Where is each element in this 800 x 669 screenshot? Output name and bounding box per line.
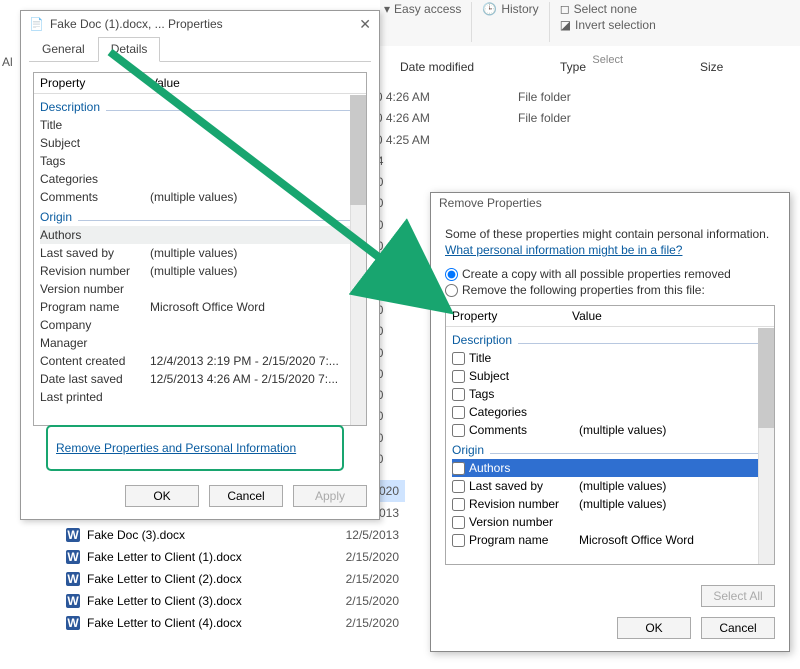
check-comments[interactable]: Comments(multiple values)	[452, 421, 768, 439]
file-row[interactable]: WFake Doc (3).docx12/5/2013	[65, 524, 405, 546]
check-subject[interactable]: Subject	[452, 367, 768, 385]
row-categories[interactable]: Categories	[40, 170, 360, 188]
section-origin: Origin	[452, 443, 768, 457]
file-icon: 📄	[29, 17, 44, 31]
row-created[interactable]: Content created12/4/2013 2:19 PM - 2/15/…	[40, 352, 360, 370]
svg-text:W: W	[67, 528, 79, 542]
check-authors[interactable]: Authors	[452, 459, 768, 477]
row-revision[interactable]: Revision number(multiple values)	[40, 262, 360, 280]
tab-general[interactable]: General	[29, 37, 98, 61]
row-tags[interactable]: Tags	[40, 152, 360, 170]
row-datesaved[interactable]: Date last saved12/5/2013 4:26 AM - 2/15/…	[40, 370, 360, 388]
history-icon: 🕒	[482, 2, 497, 16]
nav-letter: Al	[2, 55, 13, 69]
row-printed[interactable]: Last printed	[40, 388, 360, 406]
remove-properties-link[interactable]: Remove Properties and Personal Informati…	[56, 441, 296, 455]
invert-icon: ◪	[560, 18, 571, 32]
check-lastsaved[interactable]: Last saved by(multiple values)	[452, 477, 768, 495]
svg-text:W: W	[67, 572, 79, 586]
svg-text:W: W	[67, 616, 79, 630]
dialog-title: Fake Doc (1).docx, ... Properties	[50, 17, 353, 31]
svg-text:W: W	[67, 550, 79, 564]
row-title[interactable]: Title	[40, 116, 360, 134]
word-doc-icon: W	[65, 593, 81, 609]
check-tags[interactable]: Tags	[452, 385, 768, 403]
select-none-button[interactable]: ◻Select none	[560, 2, 656, 16]
col-type[interactable]: Type	[560, 60, 640, 74]
remove-properties-dialog: Remove Properties Some of these properti…	[430, 192, 790, 652]
section-origin: Origin	[40, 210, 360, 224]
history-button[interactable]: 🕒History	[482, 2, 538, 16]
invert-selection-button[interactable]: ◪Invert selection	[560, 18, 656, 32]
row-company[interactable]: Company	[40, 316, 360, 334]
remove-link-highlight: Remove Properties and Personal Informati…	[46, 425, 344, 471]
apply-button[interactable]: Apply	[293, 485, 367, 507]
file-row[interactable]: WFake Letter to Client (2).docx2/15/2020	[65, 568, 405, 590]
word-doc-icon: W	[65, 571, 81, 587]
row-authors[interactable]: Authors	[40, 226, 360, 244]
radio-create-copy[interactable]: Create a copy with all possible properti…	[445, 267, 775, 281]
check-program[interactable]: Program nameMicrosoft Office Word	[452, 531, 768, 549]
check-version[interactable]: Version number	[452, 513, 768, 531]
check-title[interactable]: Title	[452, 349, 768, 367]
word-doc-icon: W	[65, 549, 81, 565]
row-version[interactable]: Version number	[40, 280, 360, 298]
ok-button[interactable]: OK	[617, 617, 691, 639]
radio-remove-following[interactable]: Remove the following properties from thi…	[445, 283, 775, 297]
easy-access-button[interactable]: ▾Easy access	[384, 2, 461, 16]
word-doc-icon: W	[65, 615, 81, 631]
row-subject[interactable]: Subject	[40, 134, 360, 152]
cancel-button[interactable]: Cancel	[701, 617, 775, 639]
row-program[interactable]: Program nameMicrosoft Office Word	[40, 298, 360, 316]
info-text: Some of these properties might contain p…	[445, 227, 775, 241]
select-all-button[interactable]: Select All	[701, 585, 775, 607]
file-row[interactable]: WFake Letter to Client (4).docx2/15/2020	[65, 612, 405, 634]
col-size[interactable]: Size	[700, 60, 723, 74]
properties-tabs: General Details	[29, 37, 371, 62]
scroll-thumb[interactable]	[350, 95, 366, 205]
row-manager[interactable]: Manager	[40, 334, 360, 352]
word-doc-icon: W	[65, 527, 81, 543]
close-icon[interactable]: ✕	[359, 16, 371, 33]
tab-details[interactable]: Details	[98, 37, 161, 62]
remove-property-list: PropertyValue Description Title Subject …	[445, 305, 775, 565]
scroll-thumb[interactable]	[758, 328, 774, 428]
col-date-modified[interactable]: Date modified	[400, 60, 500, 74]
file-row[interactable]: WFake Letter to Client (3).docx2/15/2020	[65, 590, 405, 612]
row-lastsaved[interactable]: Last saved by(multiple values)	[40, 244, 360, 262]
dialog-title: Remove Properties	[431, 193, 789, 217]
ok-button[interactable]: OK	[125, 485, 199, 507]
check-revision[interactable]: Revision number(multiple values)	[452, 495, 768, 513]
svg-text:W: W	[67, 594, 79, 608]
section-description: Description	[452, 333, 768, 347]
explorer-column-headers: Date modified Type Size	[400, 60, 723, 74]
section-description: Description	[40, 100, 360, 114]
help-link[interactable]: What personal information might be in a …	[445, 243, 682, 257]
select-none-icon: ◻	[560, 2, 570, 16]
types-column: File folderFile folder	[518, 90, 571, 133]
property-list: PropertyValue Description Title Subject …	[33, 72, 367, 426]
ribbon: ▾Easy access 🕒History ◻Select none ◪Inve…	[380, 0, 800, 46]
file-row[interactable]: WFake Letter to Client (1).docx2/15/2020	[65, 546, 405, 568]
check-categories[interactable]: Categories	[452, 403, 768, 421]
chevron-down-icon: ▾	[384, 2, 390, 16]
properties-dialog: 📄 Fake Doc (1).docx, ... Properties ✕ Ge…	[20, 10, 380, 520]
row-comments[interactable]: Comments(multiple values)	[40, 188, 360, 206]
cancel-button[interactable]: Cancel	[209, 485, 283, 507]
